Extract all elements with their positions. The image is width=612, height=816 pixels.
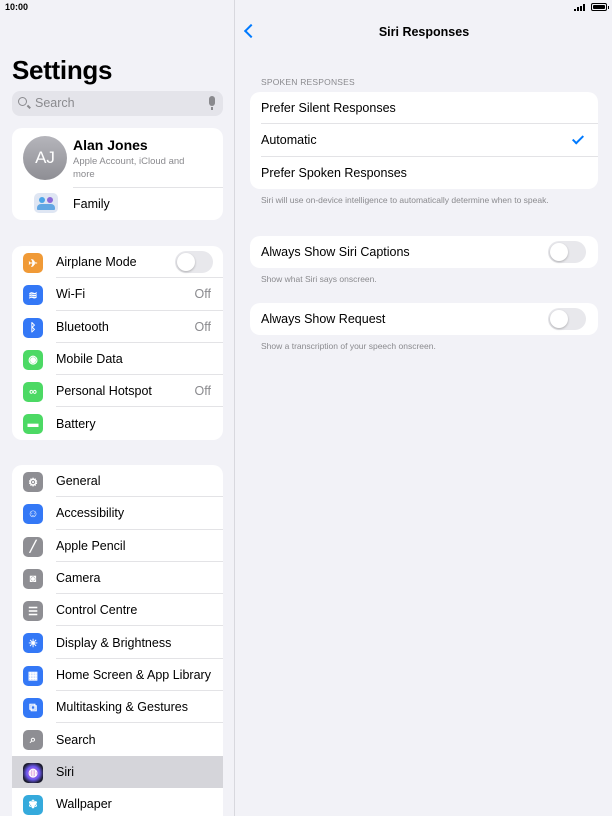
response-option-automatic[interactable]: Automatic — [250, 124, 598, 157]
sidebar-item-label: General — [56, 474, 101, 489]
hotspot-icon: ∞ — [23, 382, 43, 403]
sidebar-item-label: Bluetooth — [56, 319, 109, 334]
sidebar-item-label: Camera — [56, 571, 101, 586]
sidebar-item-personal-hotspot[interactable]: ∞ Personal Hotspot Off — [12, 375, 223, 408]
sidebar-item-wi-fi[interactable]: ≋ Wi-Fi Off — [12, 278, 223, 311]
sidebar-item-multitasking-gestures[interactable]: ⧉ Multitasking & Gestures — [12, 691, 223, 724]
sidebar-item-home-screen-app-library[interactable]: ▦ Home Screen & App Library — [12, 659, 223, 692]
antenna-icon: ◉ — [23, 349, 43, 370]
family-item[interactable]: Family — [73, 197, 110, 211]
multitasking-icon: ⧉ — [23, 698, 43, 719]
sidebar-item-apple-pencil[interactable]: ╱ Apple Pencil — [12, 530, 223, 562]
sidebar-item-value: Off — [194, 319, 211, 334]
profile-card[interactable]: AJ Alan Jones Apple Account, iCloud and … — [12, 128, 223, 220]
page-title: Settings — [12, 55, 113, 85]
system-group: ⚙ General ☺ Accessibility ╱ Apple Pencil ◙ Came… — [12, 465, 223, 816]
sidebar-item-value: Off — [194, 384, 211, 399]
search-icon: ⌕ — [23, 730, 43, 751]
connectivity-group: ✈ Airplane Mode ≋ Wi-Fi Off ᛒ Bluetooth Off ◉ Mob… — [12, 246, 223, 440]
sidebar-item-value: Off — [194, 287, 211, 302]
battery-icon: ▬ — [23, 414, 43, 435]
sidebar-item-bluetooth[interactable]: ᛒ Bluetooth Off — [12, 311, 223, 343]
sidebar-item-display-brightness[interactable]: ☀ Display & Brightness — [12, 626, 223, 659]
profile-subtitle: Apple Account, iCloud and more — [73, 156, 185, 180]
sidebar-item-control-centre[interactable]: ☰ Control Centre — [12, 594, 223, 627]
accessibility-icon: ☺ — [23, 504, 43, 525]
sidebar-item-label: Apple Pencil — [56, 538, 126, 553]
sidebar-item-airplane-mode[interactable]: ✈ Airplane Mode — [12, 246, 223, 279]
request-row[interactable]: Always Show Request — [250, 303, 598, 335]
captions-card: Always Show Siri Captions — [250, 236, 598, 268]
search-icon — [18, 97, 27, 106]
sidebar-item-camera[interactable]: ◙ Camera — [12, 562, 223, 595]
sidebar-item-label: Airplane Mode — [56, 255, 137, 270]
detail-pane: Siri Responses SPOKEN RESPONSES Prefer S… — [236, 0, 612, 816]
request-label: Always Show Request — [261, 312, 386, 327]
section-header: SPOKEN RESPONSES — [261, 77, 355, 87]
switches-icon: ☰ — [23, 601, 43, 622]
airplane-icon: ✈ — [23, 253, 43, 273]
sidebar-item-mobile-data[interactable]: ◉ Mobile Data — [12, 343, 223, 376]
response-option-label: Prefer Silent Responses — [261, 101, 396, 116]
captions-footer: Show what Siri says onscreen. — [261, 274, 377, 284]
sidebar-item-label: Control Centre — [56, 603, 138, 618]
avatar: AJ — [23, 136, 67, 180]
captions-row[interactable]: Always Show Siri Captions — [250, 236, 598, 268]
response-option-label: Prefer Spoken Responses — [261, 165, 407, 180]
sidebar-item-label: Home Screen & App Library — [56, 667, 211, 682]
home-screen-icon: ▦ — [23, 665, 43, 686]
request-toggle[interactable] — [548, 308, 586, 330]
divider — [73, 187, 223, 188]
nav-title: Siri Responses — [378, 25, 470, 39]
microphone-icon[interactable] — [209, 96, 215, 110]
sidebar-item-siri[interactable]: ◍ Siri — [12, 755, 223, 788]
bluetooth-icon: ᛒ — [23, 317, 43, 338]
checkmark-icon — [571, 132, 585, 145]
sidebar-item-accessibility[interactable]: ☺ Accessibility — [12, 497, 223, 530]
sidebar-item-wallpaper[interactable]: ✾ Wallpaper — [12, 788, 223, 816]
airplane-mode-toggle[interactable] — [175, 251, 213, 273]
sidebar-item-label: Battery — [56, 416, 96, 431]
sidebar-item-label: Multitasking & Gestures — [56, 700, 188, 715]
request-footer: Show a transcription of your speech onsc… — [261, 341, 436, 351]
search-placeholder: Search — [35, 96, 75, 110]
sidebar-item-general[interactable]: ⚙ General — [12, 465, 223, 498]
sidebar-item-label: Wallpaper — [56, 797, 112, 812]
wifi-icon: ≋ — [23, 285, 43, 306]
responses-footer: Siri will use on-device intelligence to … — [261, 195, 549, 205]
profile-name: Alan Jones — [73, 137, 148, 153]
camera-icon: ◙ — [23, 568, 43, 589]
search-field[interactable]: Search — [12, 91, 223, 116]
siri-icon: ◍ — [23, 762, 43, 783]
pencil-icon: ╱ — [23, 536, 43, 557]
request-card: Always Show Request — [250, 303, 598, 335]
spoken-responses-card: Prefer Silent Responses Automatic Prefer S… — [250, 92, 598, 189]
sidebar-item-label: Personal Hotspot — [56, 384, 152, 399]
gear-icon: ⚙ — [23, 472, 43, 492]
sidebar-item-label: Wi-Fi — [56, 287, 86, 302]
response-option-prefer-silent-responses[interactable]: Prefer Silent Responses — [250, 92, 598, 125]
response-option-label: Automatic — [261, 133, 317, 148]
captions-label: Always Show Siri Captions — [261, 245, 410, 260]
flower-icon: ✾ — [23, 794, 43, 815]
settings-sidebar: Settings Search AJ Alan Jones Apple Acco… — [0, 0, 235, 816]
sidebar-item-label: Mobile Data — [56, 352, 123, 367]
sidebar-item-battery[interactable]: ▬ Battery — [12, 407, 223, 439]
sidebar-item-label: Display & Brightness — [56, 635, 172, 650]
family-icon — [34, 193, 58, 213]
captions-toggle[interactable] — [548, 241, 586, 263]
sidebar-item-search[interactable]: ⌕ Search — [12, 723, 223, 755]
sun-icon: ☀ — [23, 633, 43, 654]
sidebar-item-label: Accessibility — [56, 506, 125, 521]
response-option-prefer-spoken-responses[interactable]: Prefer Spoken Responses — [250, 157, 598, 189]
sidebar-item-label: Siri — [56, 764, 75, 779]
sidebar-item-label: Search — [56, 732, 96, 747]
